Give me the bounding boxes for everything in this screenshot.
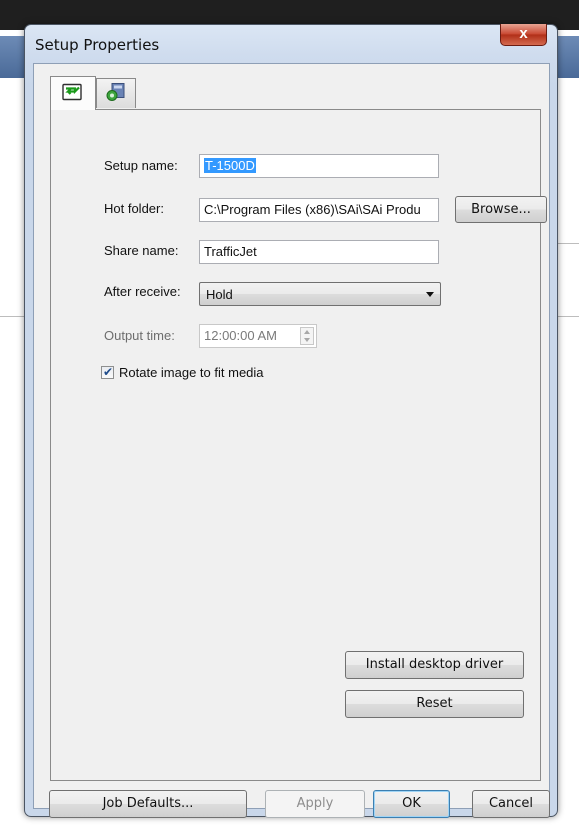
folder-arrow-icon	[62, 82, 84, 105]
spin-up-icon	[304, 330, 310, 334]
tab-hot-folder[interactable]	[50, 76, 96, 110]
printer-settings-icon	[105, 82, 127, 105]
dialog-client-area: Setup name: T-1500D Hot folder: C:\Progr…	[33, 63, 550, 818]
setup-name-value: T-1500D	[204, 158, 256, 173]
reset-button[interactable]: Reset	[345, 690, 524, 718]
background-window-right	[555, 36, 579, 78]
close-button[interactable]: x	[500, 24, 547, 46]
install-desktop-driver-button[interactable]: Install desktop driver	[345, 651, 524, 679]
spinner-buttons[interactable]	[300, 327, 314, 345]
background-divider	[555, 243, 579, 244]
ok-button[interactable]: OK	[373, 790, 450, 818]
after-receive-label: After receive:	[104, 284, 181, 299]
rotate-image-label: Rotate image to fit media	[119, 365, 264, 380]
hot-folder-value: C:\Program Files (x86)\SAi\SAi Produ	[204, 202, 421, 217]
share-name-value: TrafficJet	[204, 244, 257, 259]
hot-folder-field[interactable]: C:\Program Files (x86)\SAi\SAi Produ	[199, 198, 439, 222]
title-bar[interactable]: Setup Properties x	[25, 24, 557, 65]
output-time-label: Output time:	[104, 328, 175, 343]
setup-name-field[interactable]: T-1500D	[199, 154, 439, 178]
background-divider	[555, 316, 579, 317]
output-time-value: 12:00:00 AM	[204, 328, 277, 343]
rotate-image-checkbox[interactable]: ✔	[101, 365, 114, 379]
setup-properties-dialog: Setup Properties x Setup name: T-1500D H…	[24, 24, 558, 818]
apply-button[interactable]: Apply	[265, 790, 365, 818]
after-receive-value: Hold	[206, 287, 233, 302]
spin-down-icon	[304, 338, 310, 342]
hot-folder-label: Hot folder:	[104, 201, 164, 216]
tab-printer-settings[interactable]	[96, 78, 136, 108]
share-name-field[interactable]: TrafficJet	[199, 240, 439, 264]
checkmark-icon: ✔	[103, 365, 114, 379]
share-name-label: Share name:	[104, 243, 179, 258]
close-icon: x	[519, 25, 528, 42]
job-defaults-button[interactable]: Job Defaults...	[49, 790, 247, 818]
cancel-button[interactable]: Cancel	[472, 790, 550, 818]
setup-name-label: Setup name:	[104, 158, 178, 173]
window-title: Setup Properties	[35, 36, 160, 54]
after-receive-dropdown[interactable]: Hold	[199, 282, 441, 306]
tab-panel: Setup name: T-1500D Hot folder: C:\Progr…	[50, 109, 547, 781]
browse-button[interactable]: Browse...	[455, 196, 547, 223]
chevron-down-icon	[426, 292, 434, 297]
output-time-spinner[interactable]: 12:00:00 AM	[199, 324, 317, 348]
background-divider	[0, 316, 26, 317]
